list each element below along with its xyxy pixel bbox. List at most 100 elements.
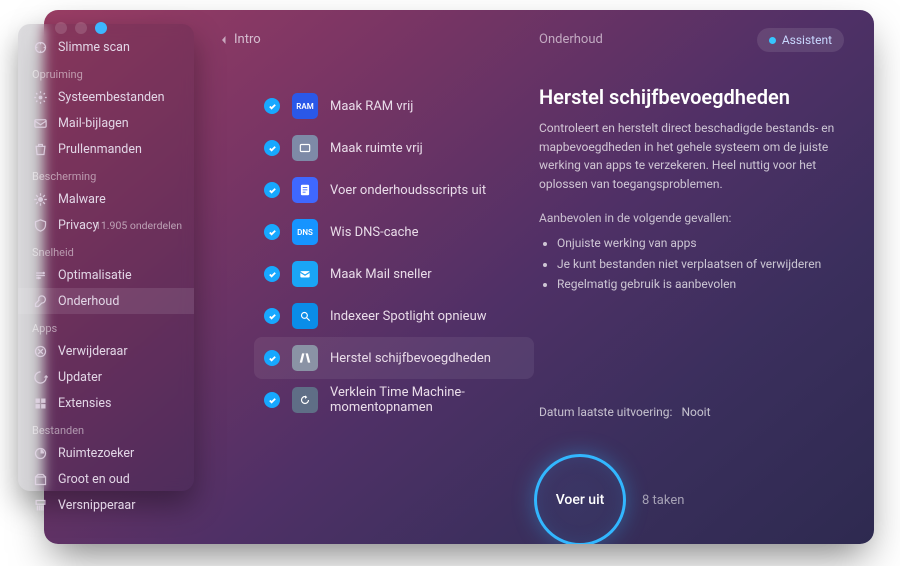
- breadcrumb: Onderhoud: [539, 32, 603, 47]
- task-icon: [292, 303, 318, 329]
- detail-title: Herstel schijfbevoegdheden: [539, 85, 844, 109]
- traffic-dot[interactable]: [55, 22, 67, 34]
- task-count: 8 taken: [642, 493, 684, 508]
- sidebar-item[interactable]: Privacy11.905 onderdelen: [18, 212, 194, 238]
- sidebar-item-count: 11.905 onderdelen: [95, 219, 182, 232]
- task-label: Voer onderhoudsscripts uit: [330, 183, 486, 198]
- sidebar-item-label: Optimalisatie: [58, 268, 132, 283]
- sidebar-item[interactable]: Prullenmanden: [18, 136, 194, 162]
- sidebar-item[interactable]: Versnipperaar: [18, 492, 194, 518]
- sidebar-item-label: Privacy: [58, 218, 98, 233]
- sidebar-section-title: Apps: [18, 314, 194, 338]
- last-run-value: Nooit: [681, 405, 710, 419]
- sidebar-item[interactable]: Groot en oud: [18, 466, 194, 492]
- sidebar-item[interactable]: Mail-bijlagen: [18, 110, 194, 136]
- sidebar-item-icon: [32, 471, 48, 487]
- task-checkbox[interactable]: [264, 182, 280, 198]
- task-label: Herstel schijfbevoegdheden: [330, 351, 491, 366]
- sidebar-item-icon: [32, 267, 48, 283]
- sidebar-item-label: Verwijderaar: [58, 344, 128, 359]
- task-detail: Herstel schijfbevoegdheden Controleert e…: [539, 85, 844, 295]
- task-label: Maak Mail sneller: [330, 267, 432, 282]
- task-checkbox[interactable]: [264, 224, 280, 240]
- recommend-item: Onjuiste werking van apps: [557, 233, 844, 253]
- task-row[interactable]: Herstel schijfbevoegdheden: [254, 337, 534, 379]
- run-button[interactable]: Voer uit: [534, 454, 626, 544]
- task-icon: [292, 261, 318, 287]
- sidebar-item-icon: [32, 293, 48, 309]
- sidebar-item-label: Systeembestanden: [58, 90, 165, 105]
- recommend-label: Aanbevolen in de volgende gevallen:: [539, 211, 844, 225]
- sidebar: Slimme scan Opruiming Systeembestanden Mail…: [18, 24, 194, 491]
- task-checkbox[interactable]: [264, 392, 280, 408]
- task-checkbox[interactable]: [264, 98, 280, 114]
- chevron-left-icon: [219, 35, 229, 45]
- sidebar-item[interactable]: Ruimtezoeker: [18, 440, 194, 466]
- sidebar-item-icon: [32, 369, 48, 385]
- task-icon: [292, 135, 318, 161]
- task-label: Indexeer Spotlight opnieuw: [330, 309, 487, 324]
- task-checkbox[interactable]: [264, 350, 280, 366]
- sidebar-item-icon: [32, 497, 48, 513]
- sidebar-item-icon: [32, 141, 48, 157]
- last-run: Datum laatste uitvoering: Nooit: [539, 405, 711, 419]
- sidebar-item-label: Ruimtezoeker: [58, 446, 134, 461]
- task-checkbox[interactable]: [264, 266, 280, 282]
- sidebar-item-icon: [32, 89, 48, 105]
- sidebar-item-icon: [32, 115, 48, 131]
- assistant-dot-icon: [769, 37, 776, 44]
- recommend-item: Je kunt bestanden niet verplaatsen of ve…: [557, 254, 844, 274]
- run-button-label: Voer uit: [556, 492, 605, 508]
- sidebar-section-title: Bestanden: [18, 416, 194, 440]
- sidebar-item-icon: [32, 191, 48, 207]
- sidebar-item-label: Extensies: [58, 396, 112, 411]
- sidebar-item-label: Prullenmanden: [58, 142, 142, 157]
- sidebar-item-label: Versnipperaar: [58, 498, 135, 513]
- traffic-dot[interactable]: [75, 22, 87, 34]
- task-row[interactable]: Verklein Time Machine-momentopnamen: [254, 379, 534, 421]
- sidebar-item[interactable]: Optimalisatie: [18, 262, 194, 288]
- sidebar-item-label: Updater: [58, 370, 102, 385]
- window-traffic-lights: [55, 22, 107, 34]
- task-row[interactable]: Maak ruimte vrij: [254, 127, 534, 169]
- task-list: RAMMaak RAM vrijMaak ruimte vrij Voer ond…: [254, 85, 534, 421]
- sidebar-item[interactable]: Verwijderaar: [18, 338, 194, 364]
- task-icon: [292, 387, 318, 413]
- sidebar-item-label: Groot en oud: [58, 472, 130, 487]
- sidebar-item-label: Onderhoud: [58, 294, 119, 309]
- sidebar-item-label: Slimme scan: [58, 40, 130, 55]
- task-label: Verklein Time Machine-momentopnamen: [330, 385, 524, 415]
- sidebar-item[interactable]: Onderhoud: [18, 288, 194, 314]
- sidebar-item-icon: [32, 343, 48, 359]
- task-row[interactable]: Maak Mail sneller: [254, 253, 534, 295]
- detail-description: Controleert en herstelt direct beschadig…: [539, 119, 844, 193]
- task-row[interactable]: Indexeer Spotlight opnieuw: [254, 295, 534, 337]
- sidebar-section-title: Bescherming: [18, 162, 194, 186]
- task-checkbox[interactable]: [264, 140, 280, 156]
- task-icon: [292, 177, 318, 203]
- task-row[interactable]: RAMMaak RAM vrij: [254, 85, 534, 127]
- sidebar-item-label: Mail-bijlagen: [58, 116, 129, 131]
- task-icon: [292, 345, 318, 371]
- assistant-button[interactable]: Assistent: [757, 28, 844, 52]
- sidebar-section-title: Snelheid: [18, 238, 194, 262]
- sidebar-item[interactable]: Updater: [18, 364, 194, 390]
- assistant-label: Assistent: [782, 33, 832, 47]
- sidebar-item[interactable]: Slimme scan: [18, 34, 194, 60]
- back-button[interactable]: Intro: [219, 32, 261, 47]
- traffic-dot[interactable]: [95, 22, 107, 34]
- sidebar-item-icon: [32, 217, 48, 233]
- sidebar-section-title: Opruiming: [18, 60, 194, 84]
- sidebar-item[interactable]: Systeembestanden: [18, 84, 194, 110]
- recommend-item: Regelmatig gebruik is aanbevolen: [557, 274, 844, 294]
- task-row[interactable]: Voer onderhoudsscripts uit: [254, 169, 534, 211]
- task-label: Wis DNS-cache: [330, 225, 418, 240]
- sidebar-item-icon: [32, 395, 48, 411]
- task-checkbox[interactable]: [264, 308, 280, 324]
- task-row[interactable]: DNSWis DNS-cache: [254, 211, 534, 253]
- sidebar-item[interactable]: Malware: [18, 186, 194, 212]
- sidebar-item-icon: [32, 445, 48, 461]
- smart-scan-icon: [32, 39, 48, 55]
- last-run-label: Datum laatste uitvoering:: [539, 405, 672, 419]
- sidebar-item[interactable]: Extensies: [18, 390, 194, 416]
